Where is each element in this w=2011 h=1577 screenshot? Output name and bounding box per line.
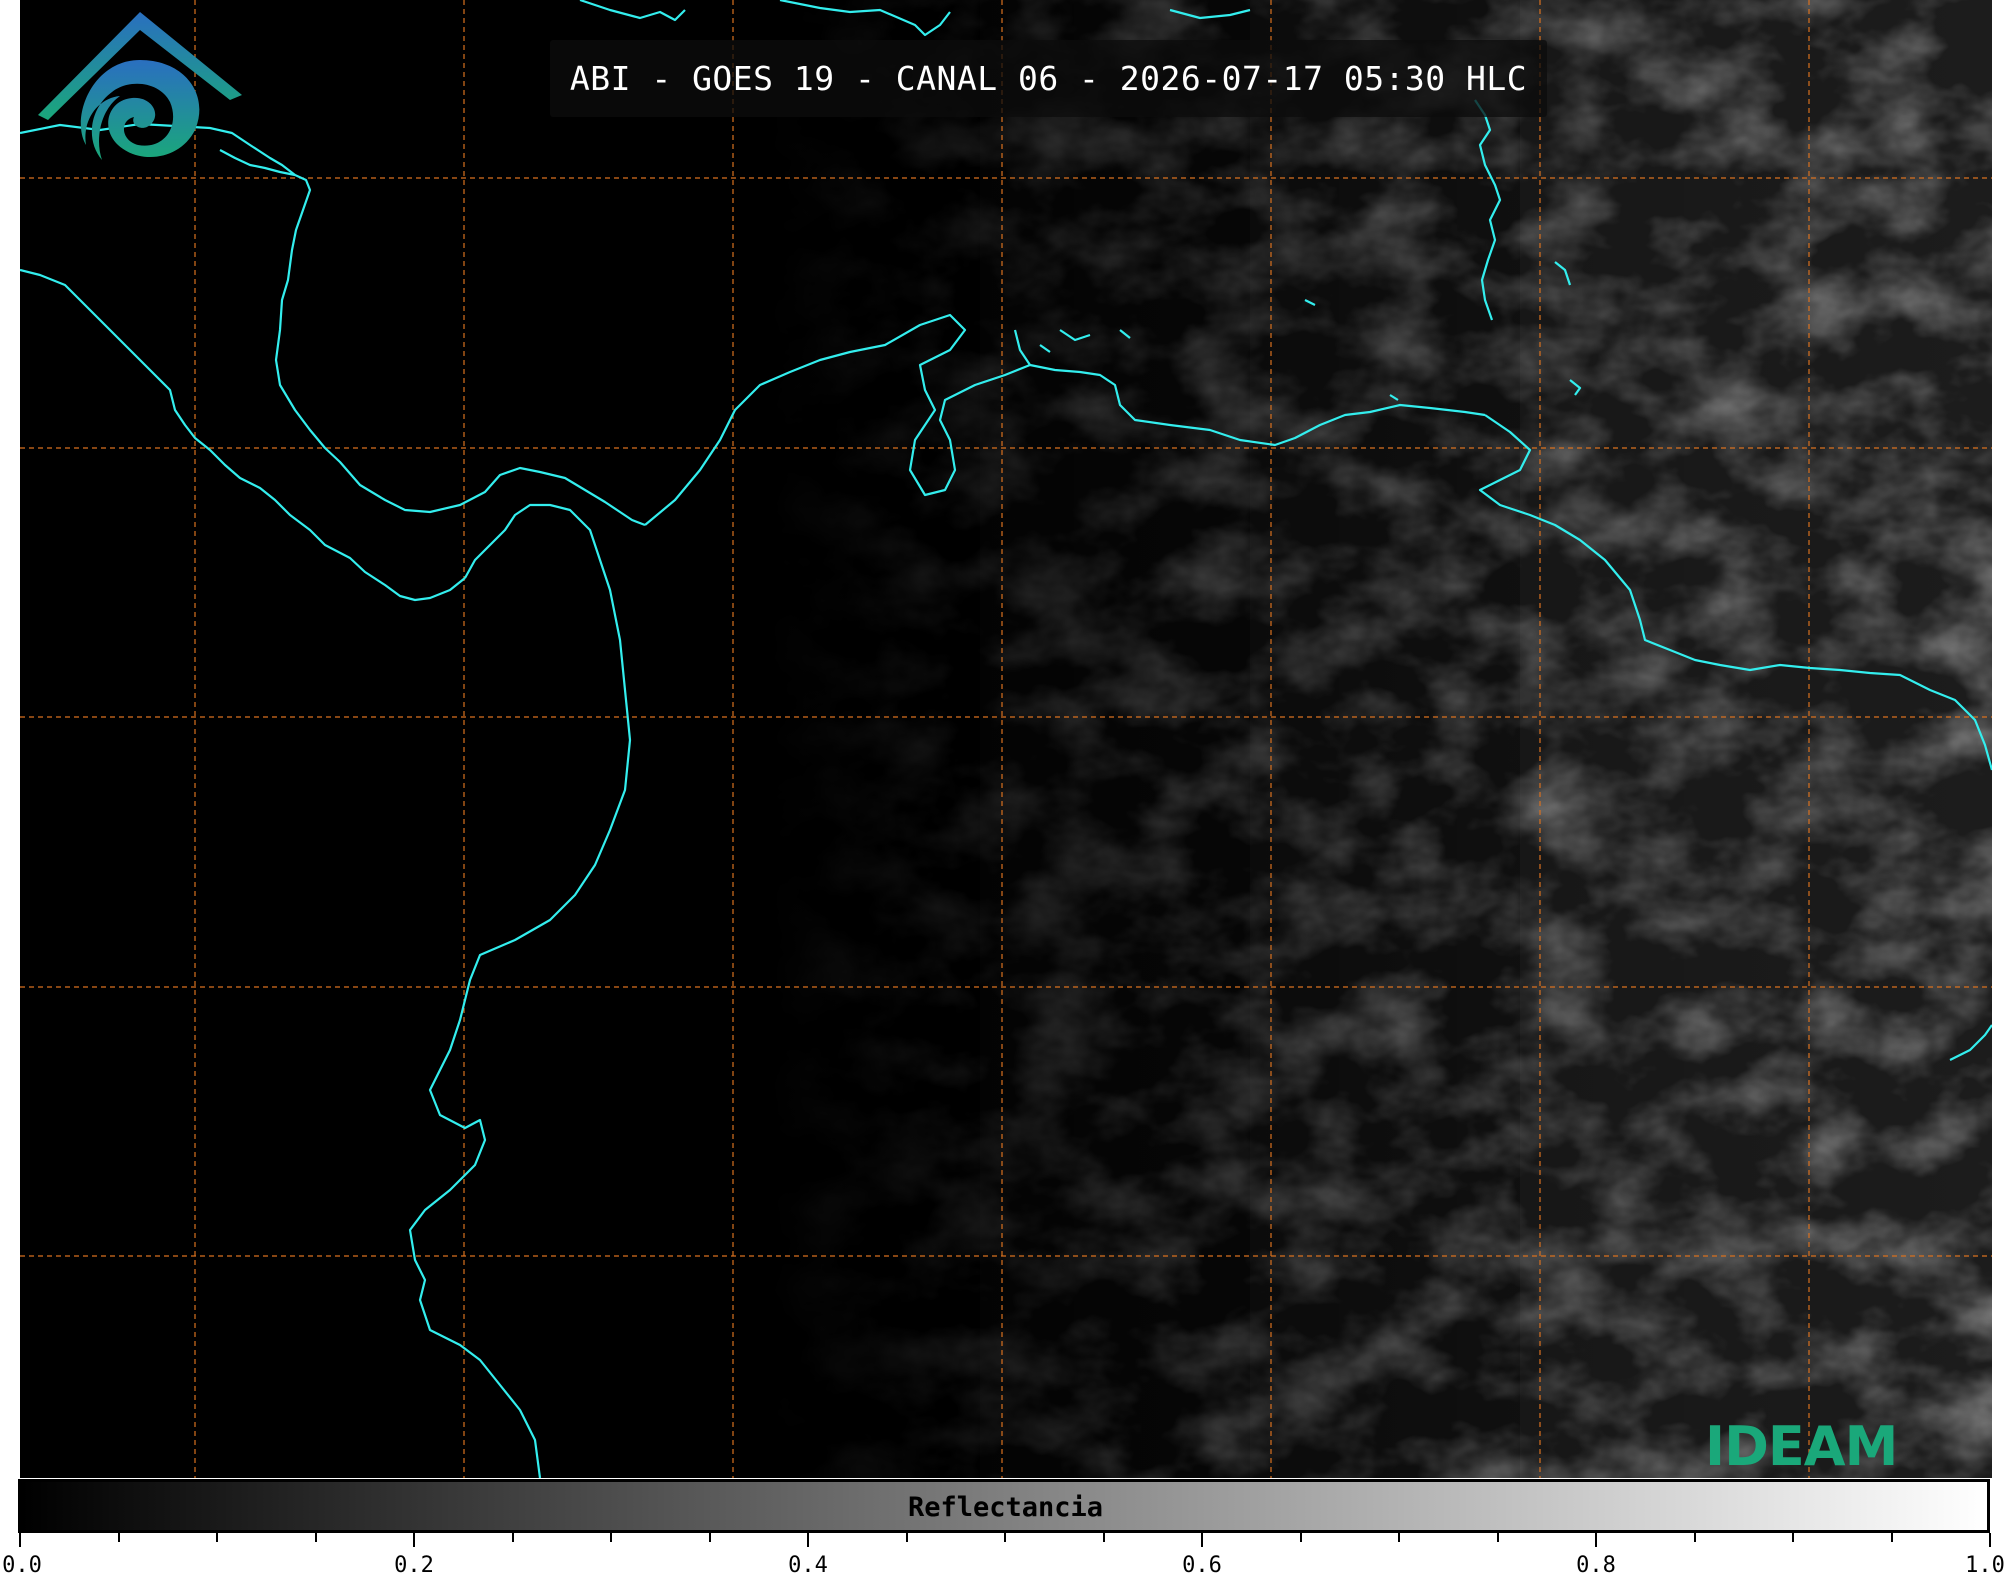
colorbar-minor-tick	[708, 1533, 711, 1542]
colorbar-tick-label: 0.6	[1182, 1553, 1222, 1577]
colorbar-minor-tick	[117, 1533, 120, 1542]
colorbar-major-tick	[1201, 1533, 1203, 1547]
colorbar-minor-tick	[905, 1533, 908, 1542]
colorbar-major-tick	[807, 1533, 809, 1547]
colorbar-major-tick	[413, 1533, 415, 1547]
colorbar-major-tick	[1595, 1533, 1597, 1547]
colorbar-minor-tick	[216, 1533, 218, 1542]
colorbar-tick-label: 0.4	[788, 1553, 828, 1577]
image-title: ABI - GOES 19 - CANAL 06 - 2026-07-17 05…	[569, 59, 1528, 98]
ideam-logo-icon	[38, 12, 242, 160]
ideam-logo-text: IDEAM	[1705, 1415, 1898, 1478]
colorbar-minor-tick	[1299, 1533, 1302, 1542]
satellite-image-viewer: ABI - GOES 19 - CANAL 06 - 2026-07-17 05…	[0, 0, 2011, 1577]
colorbar-tick-label: 1.0	[1965, 1553, 2005, 1577]
colorbar-minor-tick	[314, 1533, 317, 1542]
colorbar-minor-tick	[1693, 1533, 1696, 1542]
colorbar-minor-tick	[511, 1533, 514, 1542]
title-banner: ABI - GOES 19 - CANAL 06 - 2026-07-17 05…	[550, 40, 1547, 117]
colorbar-tick-label: 0.0	[2, 1553, 42, 1577]
colorbar-minor-tick	[1792, 1533, 1794, 1542]
colorbar-minor-tick	[1890, 1533, 1893, 1542]
satellite-map: ABI - GOES 19 - CANAL 06 - 2026-07-17 05…	[20, 0, 1992, 1478]
colorbar-major-tick	[19, 1533, 21, 1547]
colorbar-minor-tick	[1398, 1533, 1400, 1542]
colorbar-ticks: 0.0 0.2 0.4 0.6 0.8 1.0	[0, 1533, 2011, 1577]
colorbar-minor-tick	[610, 1533, 612, 1542]
colorbar-minor-tick	[1004, 1533, 1006, 1542]
colorbar-label: Reflectancia	[907, 1492, 1104, 1523]
colorbar-minor-tick	[1102, 1533, 1105, 1542]
map-canvas	[20, 0, 1992, 1478]
colorbar-tick-label: 0.8	[1576, 1553, 1616, 1577]
colorbar-major-tick	[1989, 1533, 1991, 1547]
colorbar-minor-tick	[1496, 1533, 1499, 1542]
colorbar-tick-label: 0.2	[394, 1553, 434, 1577]
